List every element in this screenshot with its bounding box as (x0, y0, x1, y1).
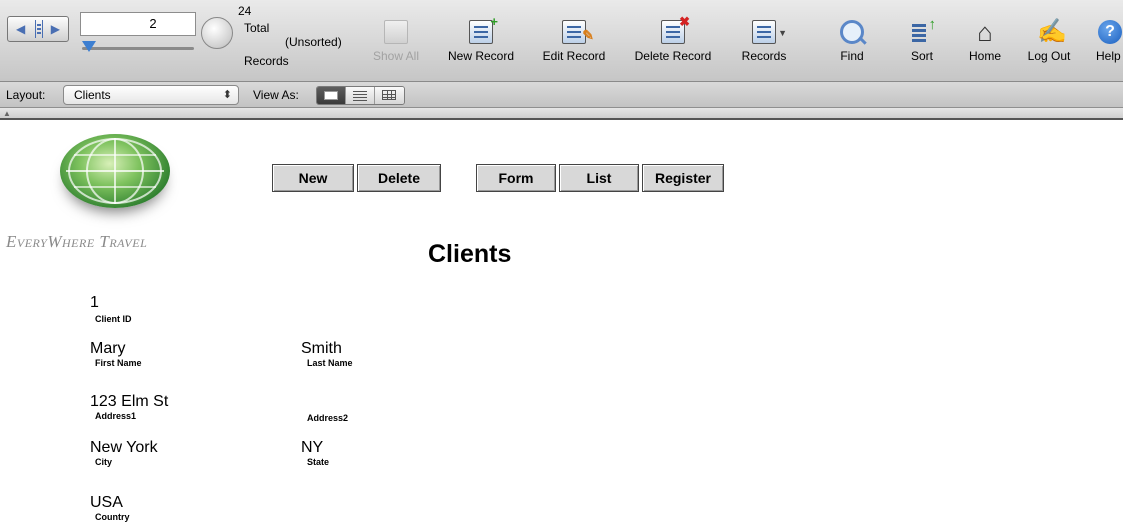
address2-field[interactable] (307, 393, 397, 411)
table-view-icon (382, 90, 396, 100)
log-out-icon: ✍ (1037, 18, 1067, 45)
total-label: Total (244, 21, 270, 35)
list-view-icon (353, 91, 367, 92)
state-field[interactable]: NY (301, 439, 323, 457)
delete-button[interactable]: Delete (357, 164, 441, 192)
found-total: 24 (238, 4, 252, 18)
sort-icon: ↑ (910, 16, 936, 44)
updown-arrows-icon: ⬍ (222, 89, 232, 101)
client-id-field[interactable]: 1 (90, 294, 99, 312)
records-menu-button[interactable]: ▼ Records (732, 0, 796, 80)
previous-record-icon[interactable]: ◀ (16, 22, 25, 36)
record-slider[interactable] (82, 47, 194, 50)
log-out-button[interactable]: ✍ Log Out (1018, 0, 1080, 80)
client-id-label: Client ID (95, 314, 132, 324)
current-record-input[interactable]: 2 (80, 12, 196, 36)
help-label: Help (1096, 49, 1121, 63)
country-label: Country (95, 512, 130, 522)
address1-label: Address1 (95, 411, 137, 421)
records-label: Records (244, 54, 289, 68)
register-button[interactable]: Register (642, 164, 724, 192)
sort-status: (Unsorted) (285, 35, 342, 49)
records-menu-icon: ▼ (752, 20, 787, 44)
edit-record-icon: ✎ (562, 20, 594, 44)
next-record-icon[interactable]: ▶ (51, 22, 60, 36)
address1-field[interactable]: 123 Elm St (90, 393, 168, 411)
new-record-button[interactable]: + New Record (438, 0, 524, 80)
first-name-label: First Name (95, 358, 142, 368)
view-as-form-button[interactable] (317, 87, 346, 104)
sort-button[interactable]: ↑ Sort (892, 0, 952, 80)
view-as-label: View As: (253, 88, 299, 102)
show-all-label: Show All (372, 49, 420, 63)
delete-record-button[interactable]: ✖ Delete Record (624, 0, 722, 80)
found-set-pie-icon (201, 17, 233, 49)
view-as-segmented-control[interactable] (316, 86, 405, 105)
records-menu-label: Records (741, 49, 787, 63)
edit-record-button[interactable]: ✎ Edit Record (534, 0, 614, 80)
layout-label: Layout: (6, 88, 46, 102)
help-icon: ? (1098, 20, 1122, 44)
new-record-label: New Record (447, 49, 515, 63)
form-button[interactable]: Form (476, 164, 556, 192)
new-record-icon: + (469, 15, 498, 44)
layout-select-value: Clients (74, 88, 111, 102)
country-field[interactable]: USA (90, 494, 123, 512)
collapse-triangle-icon[interactable]: ▲ (3, 109, 11, 118)
find-button[interactable]: Find (820, 0, 884, 80)
record-slider-thumb[interactable] (82, 41, 96, 52)
city-field[interactable]: New York (90, 439, 158, 457)
find-label: Find (840, 49, 864, 63)
new-button[interactable]: New (272, 164, 354, 192)
record-navigator-book[interactable]: ◀ ▶ (7, 16, 69, 42)
view-as-list-button[interactable] (346, 87, 375, 104)
book-spine-icon (35, 20, 43, 38)
delete-record-icon: ✖ (661, 15, 690, 44)
help-button[interactable]: ? Help (1090, 0, 1123, 80)
globe-logo (60, 134, 170, 208)
form-view-icon (324, 91, 338, 100)
list-button[interactable]: List (559, 164, 639, 192)
last-name-field[interactable]: Smith (301, 340, 342, 358)
sort-label: Sort (910, 49, 933, 63)
state-label: State (307, 457, 330, 467)
log-out-label: Log Out (1027, 49, 1071, 63)
page-title: Clients (428, 240, 512, 268)
last-name-label: Last Name (307, 358, 353, 368)
address2-label: Address2 (307, 413, 349, 423)
view-as-table-button[interactable] (375, 87, 404, 104)
show-all-icon (384, 20, 408, 44)
status-toolbar: ◀ ▶ 2 24 Total (Unsorted) Records Show A… (0, 0, 1123, 82)
delete-record-label: Delete Record (634, 49, 712, 63)
home-label: Home (968, 49, 1001, 63)
home-button[interactable]: ⌂ Home (958, 0, 1012, 80)
edit-record-label: Edit Record (542, 49, 606, 63)
home-icon: ⌂ (977, 17, 993, 47)
city-label: City (95, 457, 113, 467)
first-name-field[interactable]: Mary (90, 340, 126, 358)
layout-bar: Layout: Clients ⬍ View As: (0, 82, 1123, 108)
show-all-button[interactable]: Show All (364, 0, 428, 80)
layout-select[interactable]: Clients ⬍ (63, 85, 239, 105)
brand-logo-text: EveryWhere Travel (6, 232, 148, 251)
find-icon (840, 20, 864, 44)
toolbar-collapse-strip[interactable]: ▲ (0, 108, 1123, 120)
